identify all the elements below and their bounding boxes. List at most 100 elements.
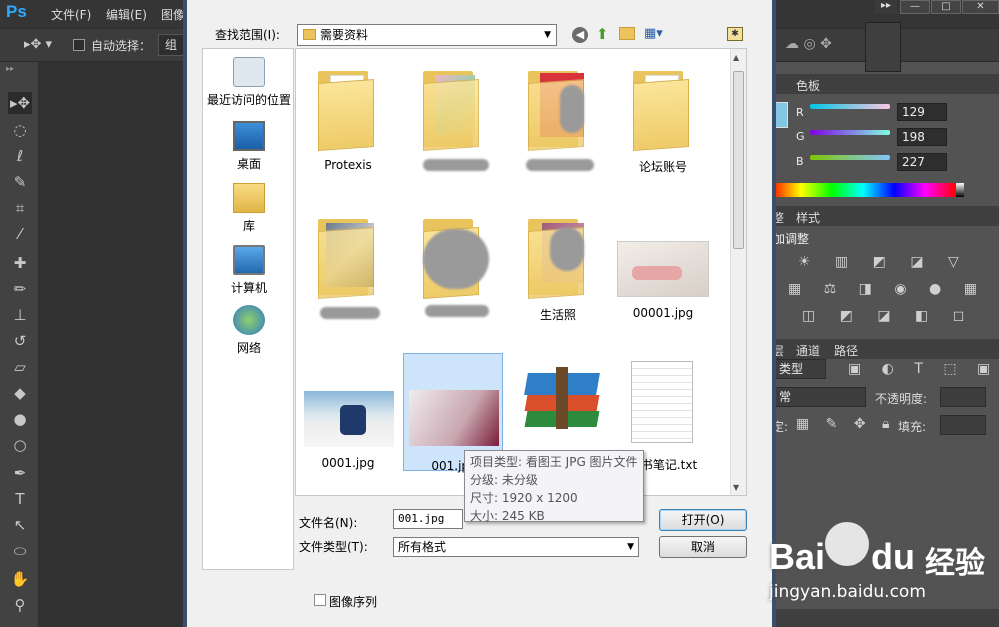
blur-tool-icon[interactable]: ●: [8, 408, 32, 430]
color-spectrum[interactable]: [770, 183, 956, 197]
tab-paths[interactable]: 路径: [834, 342, 858, 359]
adjust-icons-row-1[interactable]: ☀ ▥ ◩ ◪ ▽: [798, 254, 969, 270]
place-desktop[interactable]: 桌面: [203, 121, 295, 172]
cancel-button[interactable]: 取消: [659, 536, 747, 558]
dodge-tool-icon[interactable]: ○: [8, 434, 32, 456]
view-menu-icon[interactable]: ▦▾: [644, 26, 663, 41]
maximize-button[interactable]: □: [931, 0, 961, 14]
zoom-tool-icon[interactable]: ⚲: [8, 594, 32, 616]
hand-tool-icon[interactable]: ✋: [8, 568, 32, 590]
toolbar-grip[interactable]: ▸▸: [6, 64, 32, 73]
scroll-thumb[interactable]: [733, 71, 744, 249]
channel-b-slider[interactable]: [810, 155, 890, 160]
filename-input[interactable]: 001.jpg: [393, 509, 463, 529]
image-item[interactable]: 0001.jpg: [298, 351, 398, 486]
fill-input[interactable]: [940, 415, 986, 435]
history-panel-icon[interactable]: [865, 22, 901, 72]
close-button[interactable]: ✕: [962, 0, 999, 14]
layer-kind-filter[interactable]: 类型: [770, 359, 826, 379]
folder-item[interactable]: [508, 53, 608, 188]
opacity-label: 不透明度:: [875, 392, 928, 406]
new-folder-icon[interactable]: [619, 27, 635, 40]
menu-edit[interactable]: 编辑(E): [106, 6, 147, 23]
place-desktop-label: 桌面: [236, 157, 261, 171]
lock-icons[interactable]: ▦ ✎ ✥ 🔒︎: [796, 416, 896, 432]
folder-item[interactable]: [403, 201, 503, 336]
ellipse-tool-icon[interactable]: ⬭: [8, 540, 32, 562]
adjust-icons-row-3[interactable]: ◫ ◩ ◪ ◧ ◻: [802, 308, 974, 324]
library-icon: [233, 183, 265, 213]
place-library-label: 库: [242, 219, 255, 233]
folder-item[interactable]: [298, 201, 398, 336]
panel-collapse-icon[interactable]: ▸▸: [875, 0, 897, 14]
color-panel-tabs: 色板: [770, 74, 999, 94]
paint-bucket-icon[interactable]: ◆: [8, 382, 32, 404]
look-in-dropdown[interactable]: 需要资料 ▼: [297, 24, 557, 46]
quick-select-icon[interactable]: ✎: [8, 171, 32, 193]
minimize-button[interactable]: —: [900, 0, 930, 14]
folder-item[interactable]: 生活照: [508, 201, 608, 336]
move-tool-icon[interactable]: ▸✥: [8, 92, 32, 114]
blend-mode-select[interactable]: 常: [770, 387, 866, 407]
tab-channels[interactable]: 通道: [796, 342, 820, 359]
up-folder-icon[interactable]: ⬆: [596, 25, 609, 43]
history-brush-icon[interactable]: ↺: [8, 330, 32, 352]
place-network[interactable]: 网络: [203, 305, 295, 356]
move-tool-icon[interactable]: ▸✥ ▾: [24, 37, 52, 52]
folder-name: 论坛账号: [638, 160, 687, 174]
watermark-url: jingyan.baidu.com: [769, 582, 926, 602]
lasso-tool-icon[interactable]: ℓ: [8, 145, 32, 167]
folder-item[interactable]: [403, 53, 503, 188]
channel-g-input[interactable]: 198: [897, 128, 947, 146]
opacity-input[interactable]: [940, 387, 986, 407]
place-recent[interactable]: 最近访问的位置: [203, 57, 295, 108]
filetype-value: 所有格式: [398, 540, 447, 554]
folder-item[interactable]: 论坛账号: [613, 53, 713, 188]
auto-select-checkbox[interactable]: [73, 39, 85, 51]
type-tool-icon[interactable]: T: [8, 488, 32, 510]
stamp-tool-icon[interactable]: ⊥: [8, 304, 32, 326]
tab-styles[interactable]: 样式: [796, 209, 820, 226]
open-button[interactable]: 打开(O): [659, 509, 747, 531]
menu-image[interactable]: 图像: [161, 6, 185, 23]
eraser-icon[interactable]: ▱: [8, 356, 32, 378]
tab-swatches[interactable]: 色板: [796, 77, 820, 94]
crop-tool-icon[interactable]: ⌗: [8, 197, 32, 219]
tooltip-filesize: 大小: 245 KB: [470, 509, 545, 523]
healing-brush-icon[interactable]: ✚: [8, 252, 32, 274]
filetype-label: 文件类型(T):: [299, 540, 368, 554]
scroll-up-icon[interactable]: ▲: [733, 53, 739, 62]
redacted-name: [423, 159, 489, 171]
channel-r-slider[interactable]: [810, 104, 890, 109]
place-computer[interactable]: 计算机: [203, 245, 295, 296]
folder-icon: [516, 209, 600, 299]
folder-item[interactable]: Protexis: [298, 53, 398, 188]
image-item[interactable]: 00001.jpg: [613, 201, 713, 336]
pen-tool-icon[interactable]: ✒: [8, 462, 32, 484]
network-icon: [233, 305, 265, 335]
channel-b-input[interactable]: 227: [897, 153, 947, 171]
path-select-icon[interactable]: ↖: [8, 514, 32, 536]
channel-g-slider[interactable]: [810, 130, 890, 135]
image-thumbnail: [617, 241, 709, 297]
layer-filter-icons[interactable]: ▣ ◐ T ⬚ ▣: [848, 361, 998, 377]
black-white-ramp[interactable]: [956, 183, 964, 197]
vertical-scrollbar[interactable]: ▲ ▼: [730, 49, 746, 495]
folder-icon: [411, 209, 495, 299]
back-icon[interactable]: ◀: [572, 27, 588, 43]
menu-file[interactable]: 文件(F): [51, 6, 91, 23]
pin-icon[interactable]: ✱: [727, 27, 743, 41]
scroll-down-icon[interactable]: ▼: [733, 483, 739, 492]
channel-r-input[interactable]: 129: [897, 103, 947, 121]
brush-tool-icon[interactable]: ✏: [8, 278, 32, 300]
image-sequence-checkbox[interactable]: [314, 594, 326, 606]
marquee-tool-icon[interactable]: ◌: [8, 119, 32, 141]
chevron-down-icon: ▼: [544, 30, 551, 40]
eyedropper-icon[interactable]: ⁄: [8, 223, 32, 245]
filetype-select[interactable]: 所有格式 ▼: [393, 537, 639, 557]
adjust-icons-row-2[interactable]: ▦ ⚖ ◨ ◉ ● ▦: [788, 281, 986, 297]
folder-icon: [621, 61, 705, 151]
place-library[interactable]: 库: [203, 183, 295, 234]
folder-icon: [306, 61, 390, 151]
auto-select-dropdown[interactable]: 组: [158, 34, 184, 56]
